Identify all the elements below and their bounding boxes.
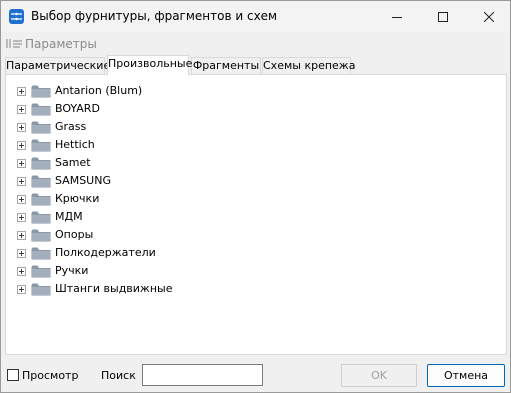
preview-checkbox[interactable] xyxy=(7,369,19,381)
toolbar: Параметры xyxy=(1,34,510,54)
expand-plus-icon[interactable] xyxy=(17,87,26,96)
tree-item-label: Antarion (Blum) xyxy=(55,84,143,97)
tab-custom[interactable]: Произвольные xyxy=(107,55,192,75)
folder-icon xyxy=(31,283,51,296)
tree-item-pullout-rods[interactable]: Штанги выдвижные xyxy=(17,280,217,298)
tree-item-label: Крючки xyxy=(55,192,100,205)
tab-fastening-schemes[interactable]: Схемы крепежа xyxy=(262,57,355,74)
tree-item-samsung[interactable]: SAMSUNG xyxy=(17,172,217,190)
folder-icon xyxy=(31,175,51,188)
tree-item-label: Опоры xyxy=(55,228,94,241)
folder-icon xyxy=(31,103,51,116)
maximize-button[interactable] xyxy=(424,1,462,32)
tree-item-hettich[interactable]: Hettich xyxy=(17,136,217,154)
search-input[interactable] xyxy=(142,364,263,386)
tree-item-label: Штанги выдвижные xyxy=(55,282,173,295)
expand-plus-icon[interactable] xyxy=(17,159,26,168)
tree-item-antarion[interactable]: Antarion (Blum) xyxy=(17,82,217,100)
folder-tree: Antarion (Blum) BOYARD Grass Hettich Sam xyxy=(17,82,217,298)
tab-strip: Параметрические Произвольные Фрагменты С… xyxy=(5,55,508,75)
expand-plus-icon[interactable] xyxy=(17,177,26,186)
cancel-button[interactable]: Отмена xyxy=(427,364,505,387)
dialog-window: Выбор фурнитуры, фрагментов и схем Парам… xyxy=(0,0,511,393)
tree-item-label: Hettich xyxy=(55,138,95,151)
tree-item-boyard[interactable]: BOYARD xyxy=(17,100,217,118)
close-button[interactable] xyxy=(470,1,508,32)
tree-panel: Antarion (Blum) BOYARD Grass Hettich Sam xyxy=(5,74,507,355)
folder-icon xyxy=(31,157,51,170)
bottom-bar: Просмотр Поиск OK Отмена xyxy=(1,361,510,391)
tree-item-grass[interactable]: Grass xyxy=(17,118,217,136)
tree-item-hooks[interactable]: Крючки xyxy=(17,190,217,208)
tree-item-label: Grass xyxy=(55,120,87,133)
folder-icon xyxy=(31,247,51,260)
app-icon xyxy=(9,9,24,24)
tree-item-label: Samet xyxy=(55,156,91,169)
tree-item-handles[interactable]: Ручки xyxy=(17,262,217,280)
parameters-label[interactable]: Параметры xyxy=(25,37,97,51)
tree-item-supports[interactable]: Опоры xyxy=(17,226,217,244)
tree-item-mdm[interactable]: МДМ xyxy=(17,208,217,226)
expand-plus-icon[interactable] xyxy=(17,105,26,114)
tree-item-label: SAMSUNG xyxy=(55,174,111,187)
ok-button[interactable]: OK xyxy=(341,364,417,387)
minimize-icon xyxy=(392,16,402,18)
folder-icon xyxy=(31,265,51,278)
expand-plus-icon[interactable] xyxy=(17,249,26,258)
title-bar[interactable]: Выбор фурнитуры, фрагментов и схем xyxy=(1,1,510,32)
expand-plus-icon[interactable] xyxy=(17,123,26,132)
search-label: Поиск xyxy=(101,369,136,382)
folder-icon xyxy=(31,121,51,134)
preview-label[interactable]: Просмотр xyxy=(22,369,78,382)
tab-parametric[interactable]: Параметрические xyxy=(5,57,110,74)
window-title: Выбор фурнитуры, фрагментов и схем xyxy=(31,9,278,23)
maximize-icon xyxy=(438,11,448,22)
tree-item-label: Полкодержатели xyxy=(55,246,156,259)
minimize-button[interactable] xyxy=(378,1,416,32)
tree-item-label: МДМ xyxy=(55,210,83,223)
tree-item-label: BOYARD xyxy=(55,102,100,115)
folder-icon xyxy=(31,85,51,98)
tab-fragments[interactable]: Фрагменты xyxy=(191,57,261,74)
folder-icon xyxy=(31,211,51,224)
folder-icon xyxy=(31,139,51,152)
parameters-icon xyxy=(6,38,23,52)
tree-item-shelf-holders[interactable]: Полкодержатели xyxy=(17,244,217,262)
tree-item-label: Ручки xyxy=(55,264,89,277)
expand-plus-icon[interactable] xyxy=(17,141,26,150)
tree-item-samet[interactable]: Samet xyxy=(17,154,217,172)
expand-plus-icon[interactable] xyxy=(17,195,26,204)
folder-icon xyxy=(31,193,51,206)
expand-plus-icon[interactable] xyxy=(17,285,26,294)
expand-plus-icon[interactable] xyxy=(17,267,26,276)
expand-plus-icon[interactable] xyxy=(17,213,26,222)
expand-plus-icon[interactable] xyxy=(17,231,26,240)
folder-icon xyxy=(31,229,51,242)
close-icon xyxy=(484,11,494,22)
